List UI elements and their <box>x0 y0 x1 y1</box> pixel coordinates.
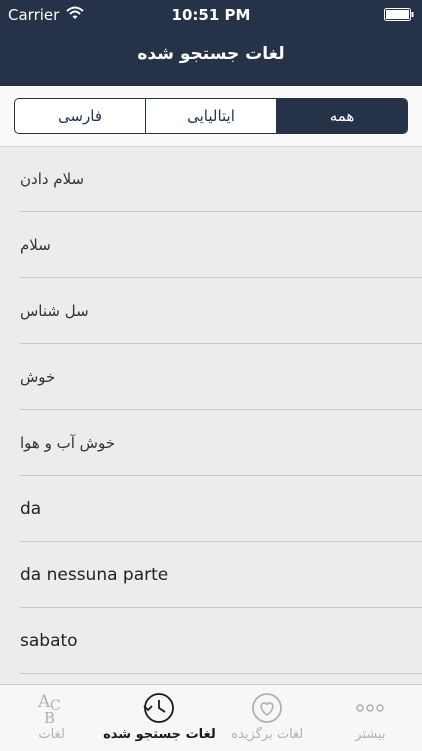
segment-all[interactable]: همه <box>276 99 407 133</box>
tab-words[interactable]: A C B لغات <box>0 685 103 751</box>
list-item[interactable]: سلام دادن <box>0 146 422 212</box>
tab-more[interactable]: بیشتر <box>319 685 422 751</box>
list-item[interactable]: da <box>0 476 422 542</box>
language-segmented-control: فارسی ایتالیایی همه <box>14 98 408 134</box>
tab-bar: A C B لغات لغات جستجو شده لغات برگزیده ب… <box>0 684 422 751</box>
segment-persian[interactable]: فارسی <box>15 99 145 133</box>
status-time: 10:51 PM <box>171 6 251 24</box>
more-icon <box>356 704 385 712</box>
abc-icon: A C B <box>37 692 61 725</box>
searched-words-list: سلام دادن سلام سل شناس خوش خوش آب و هوا … <box>0 146 422 674</box>
list-item[interactable]: سلام <box>0 212 422 278</box>
tab-favorites[interactable]: لغات برگزیده <box>216 685 319 751</box>
status-bar: Carrier 10:51 PM <box>0 0 422 30</box>
list-item[interactable]: خوش <box>0 344 422 410</box>
segment-italian[interactable]: ایتالیایی <box>145 99 276 133</box>
battery-icon <box>384 8 414 21</box>
tab-label: لغات جستجو شده <box>103 727 216 742</box>
svg-text:B: B <box>44 709 55 725</box>
history-icon <box>143 693 175 723</box>
list-item[interactable]: da nessuna parte <box>0 542 422 608</box>
header: Carrier 10:51 PM لغات جستجو شده <box>0 0 422 86</box>
list-item[interactable]: سل شناس <box>0 278 422 344</box>
tab-label: بیشتر <box>355 727 386 742</box>
filter-bar: فارسی ایتالیایی همه <box>0 86 422 147</box>
heart-icon <box>252 693 283 723</box>
tab-label: لغات <box>38 727 65 742</box>
list-item[interactable]: sabato <box>0 608 422 674</box>
list-item[interactable]: خوش آب و هوا <box>0 410 422 476</box>
tab-label: لغات برگزیده <box>231 727 304 742</box>
tab-searched-words[interactable]: لغات جستجو شده <box>103 685 216 751</box>
page-title: لغات جستجو شده <box>137 44 285 64</box>
